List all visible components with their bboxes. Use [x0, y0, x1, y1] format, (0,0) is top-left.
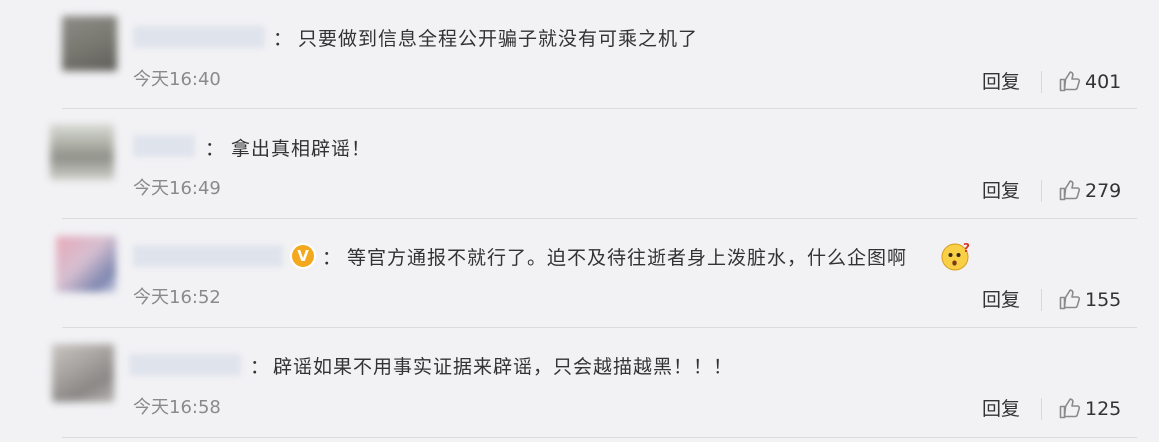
reply-button[interactable]: 回复	[982, 397, 1020, 421]
puzzled-face-icon: ?	[941, 241, 970, 271]
like-count: 401	[1085, 71, 1122, 93]
comment-colon: ：	[205, 138, 225, 160]
comment-divider	[62, 218, 1137, 219]
comment-colon: ：	[322, 247, 342, 269]
username-link[interactable]	[133, 135, 195, 157]
comment-text: 拿出真相辟谣！	[231, 138, 372, 160]
comment-colon: ：	[250, 356, 270, 378]
action-divider	[1041, 71, 1042, 93]
username-link[interactable]	[133, 26, 265, 48]
comment-time: 今天16:52	[133, 287, 221, 308]
comment-text: 辟谣如果不用事实证据来辟谣，只会越描越黑！！！	[273, 356, 734, 378]
verified-badge-icon: V	[290, 243, 316, 269]
svg-text:?: ?	[963, 241, 970, 255]
comment-time: 今天16:49	[133, 178, 221, 199]
like-count: 125	[1085, 398, 1122, 420]
comment-divider	[62, 327, 1137, 328]
username-link[interactable]	[133, 245, 283, 267]
comment-time: 今天16:40	[133, 69, 221, 90]
action-divider	[1041, 398, 1042, 420]
username-link[interactable]	[129, 354, 241, 376]
thumbs-up-icon	[1059, 71, 1081, 92]
thumbs-up-icon	[1059, 289, 1081, 310]
like-count: 155	[1085, 289, 1122, 311]
thumbs-up-icon	[1059, 180, 1081, 201]
action-divider	[1041, 289, 1042, 311]
thumbs-up-icon	[1059, 398, 1081, 419]
avatar[interactable]	[50, 124, 114, 180]
reply-button[interactable]: 回复	[982, 179, 1020, 203]
comment-time: 今天16:58	[133, 397, 221, 418]
like-count: 279	[1085, 180, 1122, 202]
comment-colon: ：	[273, 28, 293, 50]
comment-divider	[62, 108, 1137, 109]
comment-text: 等官方通报不就行了。迫不及待往逝者身上泼脏水，什么企图啊	[347, 247, 908, 269]
comment-text: 只要做到信息全程公开骗子就没有可乘之机了	[298, 28, 699, 50]
action-divider	[1041, 180, 1042, 202]
avatar[interactable]	[62, 16, 117, 71]
avatar[interactable]	[56, 236, 116, 292]
reply-button[interactable]: 回复	[982, 70, 1020, 94]
avatar[interactable]	[52, 344, 114, 402]
comment-divider	[62, 437, 1137, 438]
reply-button[interactable]: 回复	[982, 288, 1020, 312]
